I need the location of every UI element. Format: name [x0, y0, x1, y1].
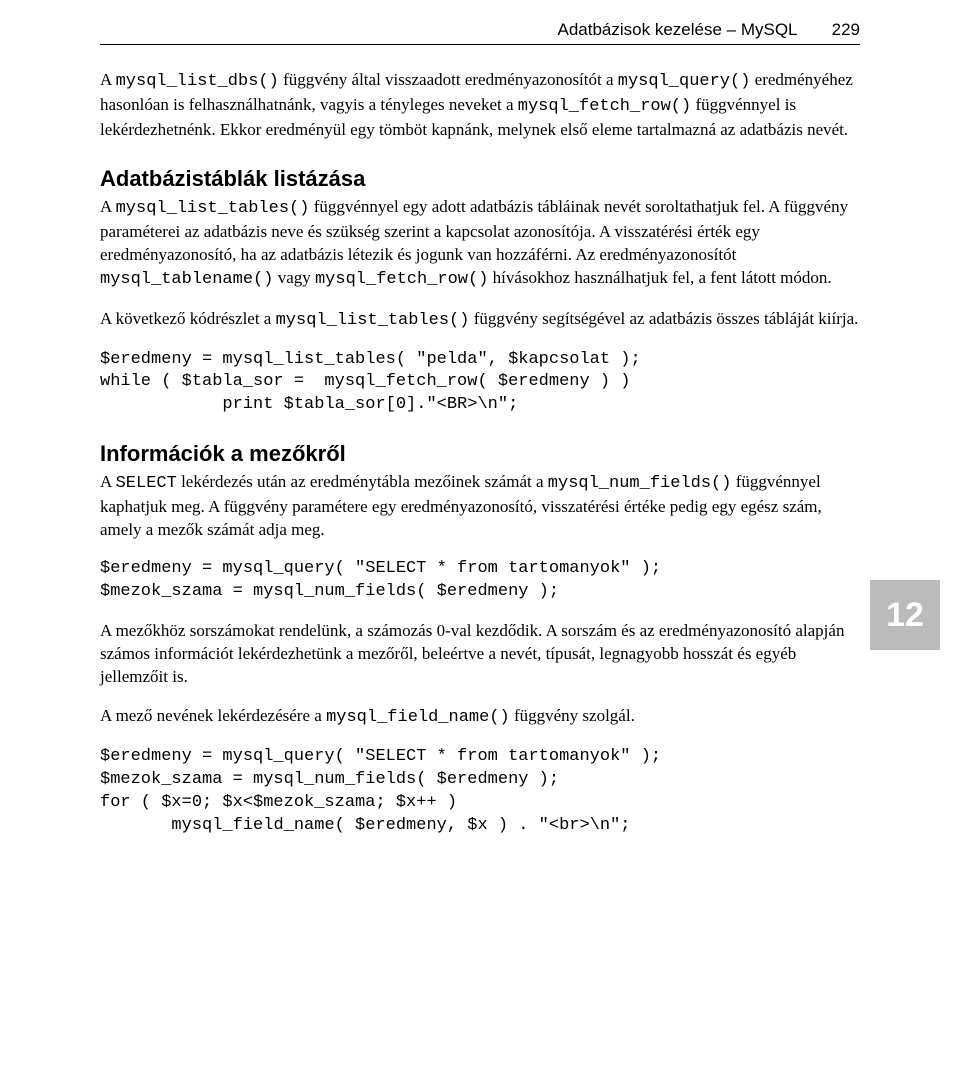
- code-inline: mysql_query(): [618, 72, 751, 91]
- text: lekérdezés után az eredménytábla mezőine…: [177, 472, 548, 491]
- intro-paragraph: A mysql_list_dbs() függvény által vissza…: [100, 69, 860, 142]
- text: függvény szolgál.: [510, 706, 635, 725]
- section2-paragraph-1: A SELECT lekérdezés után az eredménytábl…: [100, 471, 860, 542]
- chapter-number-tab: 12: [870, 580, 940, 650]
- text: függvény segítségével az adatbázis össze…: [469, 309, 858, 328]
- text: A: [100, 197, 116, 216]
- code-inline: SELECT: [116, 474, 177, 493]
- code-inline: mysql_list_tables(): [276, 311, 470, 330]
- text: A: [100, 472, 116, 491]
- code-inline: mysql_list_dbs(): [116, 72, 279, 91]
- text: hívásokhoz használhatjuk fel, a fent lát…: [488, 268, 831, 287]
- page-container: Adatbázisok kezelése – MySQL 229 A mysql…: [0, 0, 960, 1070]
- page-number: 229: [832, 20, 860, 39]
- running-header: Adatbázisok kezelése – MySQL 229: [100, 20, 860, 45]
- section-heading-tables: Adatbázistáblák listázása: [100, 166, 860, 192]
- code-block-3: $eredmeny = mysql_query( "SELECT * from …: [100, 746, 860, 838]
- code-inline: mysql_field_name(): [326, 708, 510, 727]
- code-inline: mysql_fetch_row(): [518, 97, 691, 116]
- header-title: Adatbázisok kezelése – MySQL: [558, 20, 797, 39]
- text: A: [100, 70, 116, 89]
- code-inline: mysql_num_fields(): [548, 474, 732, 493]
- text: A következő kódrészlet a: [100, 309, 276, 328]
- section1-paragraph-2: A következő kódrészlet a mysql_list_tabl…: [100, 308, 860, 333]
- section2-paragraph-3: A mező nevének lekérdezésére a mysql_fie…: [100, 705, 860, 730]
- code-inline: mysql_tablename(): [100, 270, 273, 289]
- text: A mező nevének lekérdezésére a: [100, 706, 326, 725]
- code-block-2: $eredmeny = mysql_query( "SELECT * from …: [100, 558, 860, 604]
- text: függvény által visszaadott eredményazono…: [279, 70, 618, 89]
- section2-paragraph-2: A mezőkhöz sorszámokat rendelünk, a szám…: [100, 620, 860, 689]
- code-inline: mysql_fetch_row(): [315, 270, 488, 289]
- section1-paragraph-1: A mysql_list_tables() függvénnyel egy ad…: [100, 196, 860, 292]
- text: vagy: [273, 268, 315, 287]
- code-inline: mysql_list_tables(): [116, 199, 310, 218]
- code-block-1: $eredmeny = mysql_list_tables( "pelda", …: [100, 349, 860, 418]
- section-heading-fields: Információk a mezőkről: [100, 441, 860, 467]
